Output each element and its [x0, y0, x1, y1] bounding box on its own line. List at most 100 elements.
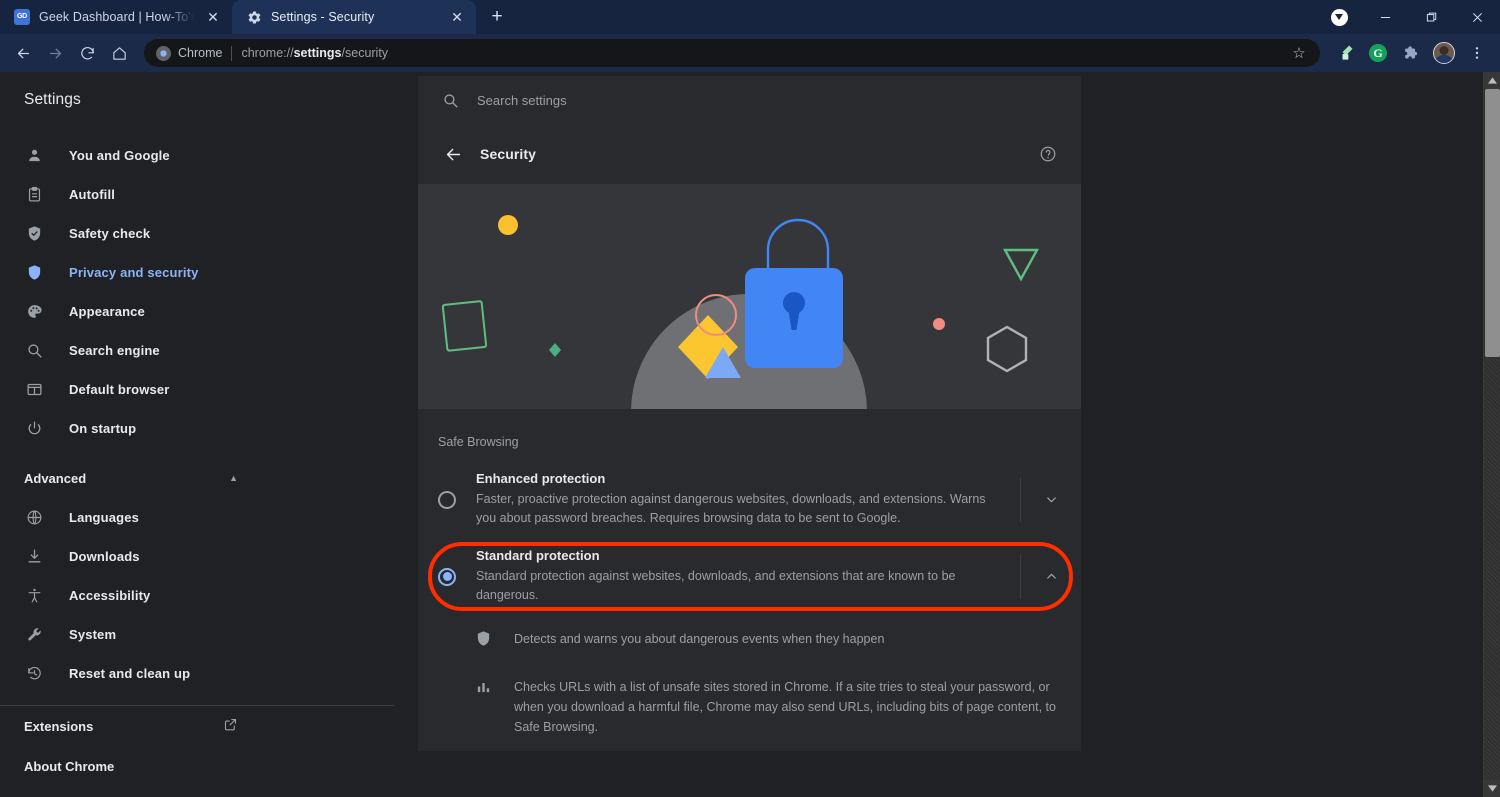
sidebar-item-languages[interactable]: Languages — [0, 498, 418, 537]
sidebar-item-accessibility[interactable]: Accessibility — [0, 576, 418, 615]
page-scrollbar[interactable] — [1483, 72, 1500, 797]
safe-browsing-group-label: Safe Browsing — [438, 435, 519, 449]
maximize-button[interactable] — [1408, 0, 1454, 34]
gd-favicon-label: GD — [14, 9, 30, 25]
radio-standard-protection[interactable] — [438, 567, 456, 586]
back-arrow-icon[interactable] — [438, 139, 468, 169]
url-prefix: chrome:// — [241, 46, 294, 60]
back-button[interactable] — [8, 38, 38, 68]
settings-content: Security — [418, 72, 1483, 797]
option-description: Standard protection against websites, do… — [476, 569, 956, 602]
clipboard-icon — [24, 185, 44, 205]
new-tab-button[interactable]: + — [482, 2, 512, 32]
globe-icon — [24, 508, 44, 528]
puzzle-extensions-icon[interactable] — [1396, 38, 1426, 68]
sidebar-item-label: System — [69, 627, 117, 642]
detail-text: Checks URLs with a list of unsafe sites … — [514, 680, 1056, 734]
scroll-up-arrow[interactable] — [1484, 72, 1500, 89]
minimize-button[interactable] — [1362, 0, 1408, 34]
chrome-menu-button[interactable] — [1462, 38, 1492, 68]
chrome-logo-icon — [156, 45, 171, 61]
sidebar-item-label: Search engine — [69, 343, 160, 358]
sidebar-section-advanced[interactable]: Advanced ▲ — [0, 458, 418, 498]
scrollbar-thumb[interactable] — [1485, 89, 1500, 357]
avatar — [1433, 42, 1455, 64]
tab-title: Geek Dashboard | How-To's, Sma — [39, 10, 195, 24]
chevron-down-icon[interactable] — [1021, 492, 1081, 507]
standard-detail-row: Checks URLs with a list of unsafe sites … — [418, 663, 1081, 751]
history-restore-icon — [24, 664, 44, 684]
omnibox-url: chrome://settings/security — [241, 46, 388, 60]
home-button[interactable] — [104, 38, 134, 68]
option-standard-protection[interactable]: Standard protection Standard protection … — [418, 538, 1081, 615]
url-bold-part: settings — [293, 46, 342, 60]
sidebar-item-label: On startup — [69, 421, 137, 436]
security-subheader: Security — [418, 124, 1081, 184]
browser-window: GD Geek Dashboard | How-To's, Sma ✕ Sett… — [0, 0, 1500, 797]
sidebar-item-reset-and-clean-up[interactable]: Reset and clean up — [0, 654, 418, 693]
sidebar-item-label: About Chrome — [24, 758, 115, 774]
sidebar-item-about-chrome[interactable]: About Chrome — [0, 746, 418, 786]
sidebar-item-you-and-google[interactable]: You and Google — [0, 136, 418, 175]
option-title: Enhanced protection — [476, 471, 606, 486]
security-card: Security Safe Browsing Enhanced protecti… — [418, 124, 1081, 751]
sidebar-item-label: Reset and clean up — [69, 666, 191, 681]
sidebar-item-default-browser[interactable]: Default browser — [0, 370, 418, 409]
search-settings-bar[interactable] — [418, 76, 1081, 124]
sidebar-item-label: You and Google — [69, 148, 170, 163]
sidebar-item-system[interactable]: System — [0, 615, 418, 654]
omnibox-chip-label: Chrome — [178, 46, 223, 60]
shield-icon — [24, 263, 44, 283]
tab-title: Settings - Security — [271, 10, 375, 24]
tab-close-button[interactable]: ✕ — [448, 8, 466, 26]
sidebar-item-label: Autofill — [69, 187, 115, 202]
close-window-button[interactable] — [1454, 0, 1500, 34]
url-suffix: /security — [341, 46, 389, 60]
security-heading: Security — [480, 146, 537, 162]
settings-sidebar: Settings You and Google Autofill Safety … — [0, 72, 418, 797]
sidebar-item-search-engine[interactable]: Search engine — [0, 331, 418, 370]
option-description: Faster, proactive protection against dan… — [476, 492, 986, 525]
sidebar-item-on-startup[interactable]: On startup — [0, 409, 418, 448]
bookmark-star-icon[interactable]: ☆ — [1286, 40, 1312, 66]
grammarly-icon[interactable]: G — [1363, 38, 1393, 68]
eyedropper-icon[interactable] — [1330, 38, 1360, 68]
reload-button[interactable] — [72, 38, 102, 68]
profile-avatar[interactable] — [1429, 38, 1459, 68]
gd-favicon: GD — [14, 9, 30, 25]
tab-strip: GD Geek Dashboard | How-To's, Sma ✕ Sett… — [0, 0, 1500, 34]
sidebar-item-safety-check[interactable]: Safety check — [0, 214, 418, 253]
tab-geek-dashboard[interactable]: GD Geek Dashboard | How-To's, Sma ✕ — [0, 0, 232, 34]
search-input[interactable] — [477, 92, 1057, 108]
cast-icon[interactable] — [1316, 0, 1362, 34]
shield-check-icon — [24, 224, 44, 244]
tab-settings-security[interactable]: Settings - Security ✕ — [232, 0, 476, 34]
sidebar-item-downloads[interactable]: Downloads — [0, 537, 418, 576]
sidebar-item-extensions[interactable]: Extensions — [0, 706, 418, 746]
radio-enhanced-protection[interactable] — [438, 490, 456, 509]
omnibox-divider — [231, 45, 233, 61]
search-icon — [24, 341, 44, 361]
sidebar-item-label: Extensions — [24, 718, 94, 734]
browser-toolbar: Chrome chrome://settings/security ☆ G — [0, 34, 1500, 72]
browser-window-icon — [24, 380, 44, 400]
scroll-down-arrow[interactable] — [1484, 780, 1500, 797]
sidebar-item-appearance[interactable]: Appearance — [0, 292, 418, 331]
tab-close-button[interactable]: ✕ — [204, 8, 222, 26]
person-icon — [24, 146, 44, 166]
shield-icon — [474, 630, 492, 647]
sidebar-item-privacy-and-security[interactable]: Privacy and security — [0, 253, 418, 292]
sidebar-item-label: Accessibility — [69, 588, 151, 603]
chevron-up-icon: ▲ — [229, 473, 238, 483]
scrollbar-track[interactable] — [1484, 357, 1500, 780]
security-hero-illustration — [418, 184, 1081, 409]
sidebar-nav: You and Google Autofill Safety check Pri… — [0, 128, 418, 786]
sidebar-item-autofill[interactable]: Autofill — [0, 175, 418, 214]
address-bar[interactable]: Chrome chrome://settings/security ☆ — [144, 39, 1320, 67]
chevron-up-icon[interactable] — [1021, 569, 1081, 584]
option-enhanced-protection[interactable]: Enhanced protection Faster, proactive pr… — [418, 461, 1081, 538]
extension-toolbar: G — [1330, 38, 1492, 68]
forward-button[interactable] — [40, 38, 70, 68]
help-circle-icon[interactable] — [1039, 145, 1057, 163]
palette-icon — [24, 302, 44, 322]
